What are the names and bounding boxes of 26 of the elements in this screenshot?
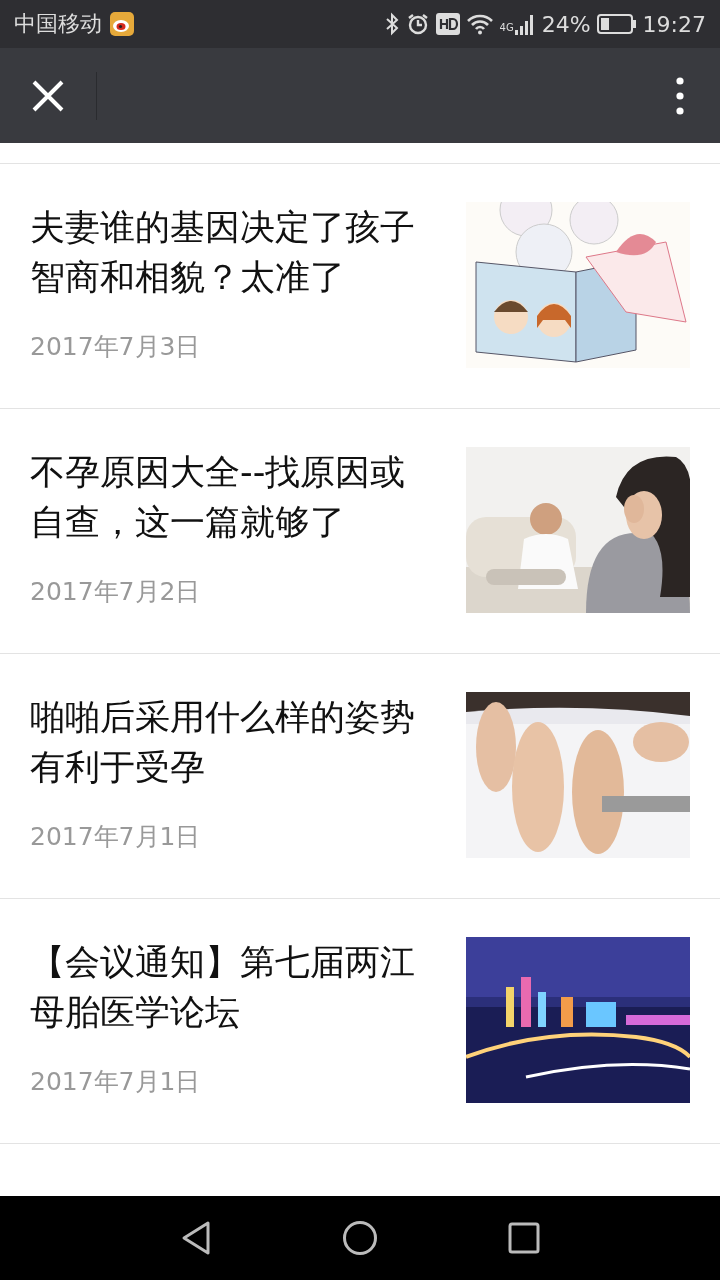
article-item[interactable]: 不孕原因大全--找原因或自查，这一篇就够了 2017年7月2日 [0,409,720,654]
more-menu-icon[interactable] [676,76,684,115]
article-date: 2017年7月2日 [30,576,201,608]
battery-percent: 24% [541,11,591,37]
article-item[interactable]: 夫妻谁的基因决定了孩子智商和相貌？太准了 2017年7月3日 [0,164,720,409]
carrier-name: 中国移动 [14,10,102,38]
article-date: 2017年7月1日 [30,1066,201,1098]
back-icon[interactable] [180,1220,212,1256]
battery-icon [596,13,637,35]
home-icon[interactable] [342,1220,378,1256]
hd-icon [435,13,460,35]
article-title: 啪啪后采用什么样的姿势有利于受孕 [30,696,416,789]
recent-apps-icon[interactable] [508,1222,540,1254]
network-type: 4G [499,21,514,33]
article-title: 不孕原因大全--找原因或自查，这一篇就够了 [30,451,407,544]
article-date: 2017年7月3日 [30,331,201,363]
article-item[interactable]: 啪啪后采用什么样的姿势有利于受孕 2017年7月1日 [0,654,720,899]
signal-icon [513,12,536,36]
clock-time: 19:27 [642,11,706,37]
wifi-icon [465,13,494,35]
app-notification-icon [110,12,134,36]
close-icon[interactable] [32,79,64,112]
article-item[interactable]: 【会议通知】第七届两江母胎医学论坛 2017年7月1日 [0,899,720,1144]
article-title: 【会议通知】第七届两江母胎医学论坛 [30,941,416,1034]
article-title: 夫妻谁的基因决定了孩子智商和相貌？太准了 [30,206,416,299]
article-date: 2017年7月1日 [30,821,201,853]
